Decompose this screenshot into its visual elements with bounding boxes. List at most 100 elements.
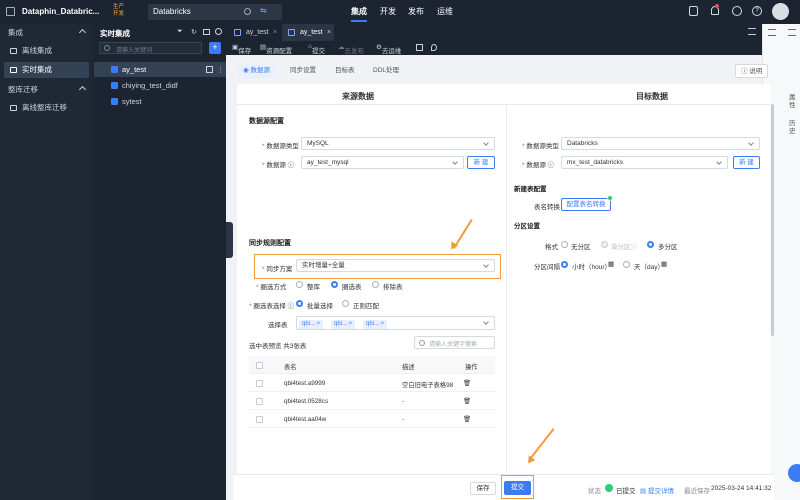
app-title[interactable]: Dataphin_Databric... — [22, 7, 99, 16]
radio-no-partition[interactable] — [561, 241, 568, 248]
table-tag[interactable]: qbi... × — [331, 320, 356, 329]
step-target-table[interactable]: 目标表 — [335, 64, 355, 78]
name-convert-button[interactable]: 配置表名转换 — [561, 198, 611, 211]
target-type-select[interactable]: Databricks — [561, 137, 760, 150]
radio-exclude-tables[interactable] — [372, 281, 379, 288]
switch-icon: ⇋ — [260, 6, 267, 15]
sync-plan-select[interactable]: 实时增量+全量 — [296, 259, 495, 272]
close-icon[interactable]: × — [273, 24, 277, 41]
lock-icon[interactable] — [416, 44, 423, 51]
sidebar-item-offline[interactable]: 离线集成 — [4, 43, 89, 59]
sidebar-item-realtime[interactable]: 实时集成 — [4, 62, 89, 78]
panel-icon[interactable] — [788, 29, 796, 36]
task-icon — [234, 29, 241, 36]
table-header-row: 表名 描述 操作 — [249, 356, 495, 374]
publish-tool[interactable]: ☁ 去发布 — [338, 43, 364, 55]
attributes-tab[interactable]: 属性 — [789, 94, 797, 110]
delete-icon[interactable]: 🗑 — [463, 415, 471, 423]
interval-label: 分区间隔 — [534, 264, 560, 271]
avatar[interactable] — [772, 3, 789, 20]
tree-item-ay-test[interactable]: ay_test ⋮ — [94, 62, 226, 77]
tree-item-chiying[interactable]: chiying_test_didf — [94, 78, 226, 93]
step-sync-settings[interactable]: 同步设置 — [290, 64, 316, 78]
menu-icon[interactable] — [6, 7, 15, 16]
history-tab[interactable]: 历史 — [789, 120, 797, 136]
step-datasource[interactable]: ◉ 数据源 — [237, 64, 276, 78]
list-icon[interactable] — [768, 29, 776, 36]
source-heading: 来源数据 — [342, 92, 374, 101]
submit-button[interactable]: 提交 — [504, 481, 531, 495]
radio-select-tables[interactable] — [331, 281, 338, 288]
context-selector[interactable]: Databricks ⇋ — [148, 4, 282, 20]
help-button[interactable]: ⓘ 说明 — [735, 64, 769, 78]
target-ds-select[interactable]: mx_test_databricks — [561, 156, 728, 169]
table-row: qbi4test.0528cs - 🗑 — [249, 392, 495, 410]
nav-ops[interactable]: 运维 — [437, 6, 453, 17]
more-icon[interactable]: ⋮ — [217, 62, 225, 77]
locate-icon[interactable] — [215, 28, 222, 35]
source-ds-select[interactable]: ay_test_mysql — [301, 156, 464, 169]
source-type-select[interactable]: MySQL — [301, 137, 495, 150]
save-button[interactable]: 保存 — [470, 482, 496, 495]
chevron-up-icon — [78, 85, 87, 94]
save-tool[interactable]: ▣ 保存 — [232, 43, 251, 55]
radio-whole-db[interactable] — [296, 281, 303, 288]
tree-item-sytest[interactable]: sytest — [94, 94, 226, 109]
sidebar-group-migration[interactable]: 整库迁移 — [0, 81, 93, 99]
target-new-button[interactable]: 新 建 — [733, 156, 760, 169]
table-tag[interactable]: qbi... × — [363, 320, 388, 329]
task-icon — [288, 29, 295, 36]
tab-ay-test-1[interactable]: ay_test × — [228, 24, 280, 41]
submit-detail-link[interactable]: ▤ 提交详情 — [640, 485, 674, 495]
filter-icon[interactable]: ⏷ — [177, 28, 183, 36]
tab-ay-test-2[interactable]: ay_test × — [282, 24, 334, 41]
help-icon[interactable]: ? — [752, 6, 762, 16]
explorer-search-input[interactable]: 请输入关键词 — [99, 42, 202, 54]
add-task-button[interactable]: + — [209, 42, 221, 54]
folder-icon[interactable] — [203, 29, 210, 35]
task-icon — [111, 98, 118, 105]
sidebar-item-offline-migration[interactable]: 离线整库迁移 — [4, 100, 89, 116]
collapse-handle[interactable] — [226, 222, 233, 258]
row-checkbox[interactable] — [256, 380, 263, 387]
radio-batch-select[interactable] — [296, 300, 303, 307]
nav-integration[interactable]: 集成 — [351, 6, 367, 22]
nav-develop[interactable]: 开发 — [380, 6, 396, 17]
column-divider — [506, 104, 507, 474]
resource-config-tool[interactable]: ▤ 资源配置 — [260, 43, 292, 55]
add-icon[interactable] — [689, 6, 698, 16]
scrollbar[interactable] — [771, 104, 774, 336]
ops-tool[interactable]: ⚙ 去运维 — [376, 43, 401, 55]
tools-icon[interactable] — [732, 6, 742, 16]
choose-table-select[interactable]: qbi... × qbi... × qbi... × — [296, 316, 495, 330]
refresh-icon[interactable]: ↻ — [191, 28, 197, 36]
radio-regex[interactable] — [342, 300, 349, 307]
env-badge[interactable]: 生产 开发 — [113, 4, 139, 20]
preview-search-input[interactable]: 请输入关键字搜索 — [414, 336, 495, 349]
assistant-bubble[interactable] — [788, 464, 800, 482]
radio-multi-partition[interactable] — [647, 241, 654, 248]
submit-tool[interactable]: ⌂ 提交 — [308, 43, 325, 55]
nav-publish[interactable]: 发布 — [408, 6, 424, 17]
row-checkbox[interactable] — [256, 398, 263, 405]
calendar-icon: ▦ — [608, 261, 615, 268]
pin-icon[interactable] — [431, 44, 437, 51]
close-icon[interactable]: × — [327, 24, 331, 41]
tabs-menu-icon[interactable] — [748, 28, 756, 35]
radio-hour[interactable] — [561, 261, 568, 268]
sidebar-group-integration[interactable]: 集成 — [0, 24, 93, 42]
check-badge-icon — [607, 195, 613, 201]
source-new-button[interactable]: 新 建 — [467, 156, 495, 169]
info-icon — [244, 8, 251, 15]
choose-table-label: 选择表 — [268, 322, 288, 329]
target-ds-label: * 数据源 ⓘ — [522, 162, 555, 169]
copy-icon[interactable] — [206, 66, 213, 73]
step-ddl[interactable]: DDL处理 — [373, 64, 399, 78]
select-all-checkbox[interactable] — [256, 362, 263, 369]
delete-icon[interactable]: 🗑 — [463, 397, 471, 405]
row-checkbox[interactable] — [256, 416, 263, 423]
table-tag[interactable]: qbi... × — [299, 320, 324, 329]
radio-single-partition[interactable] — [601, 241, 608, 248]
delete-icon[interactable]: 🗑 — [463, 379, 471, 387]
radio-day[interactable] — [623, 261, 630, 268]
